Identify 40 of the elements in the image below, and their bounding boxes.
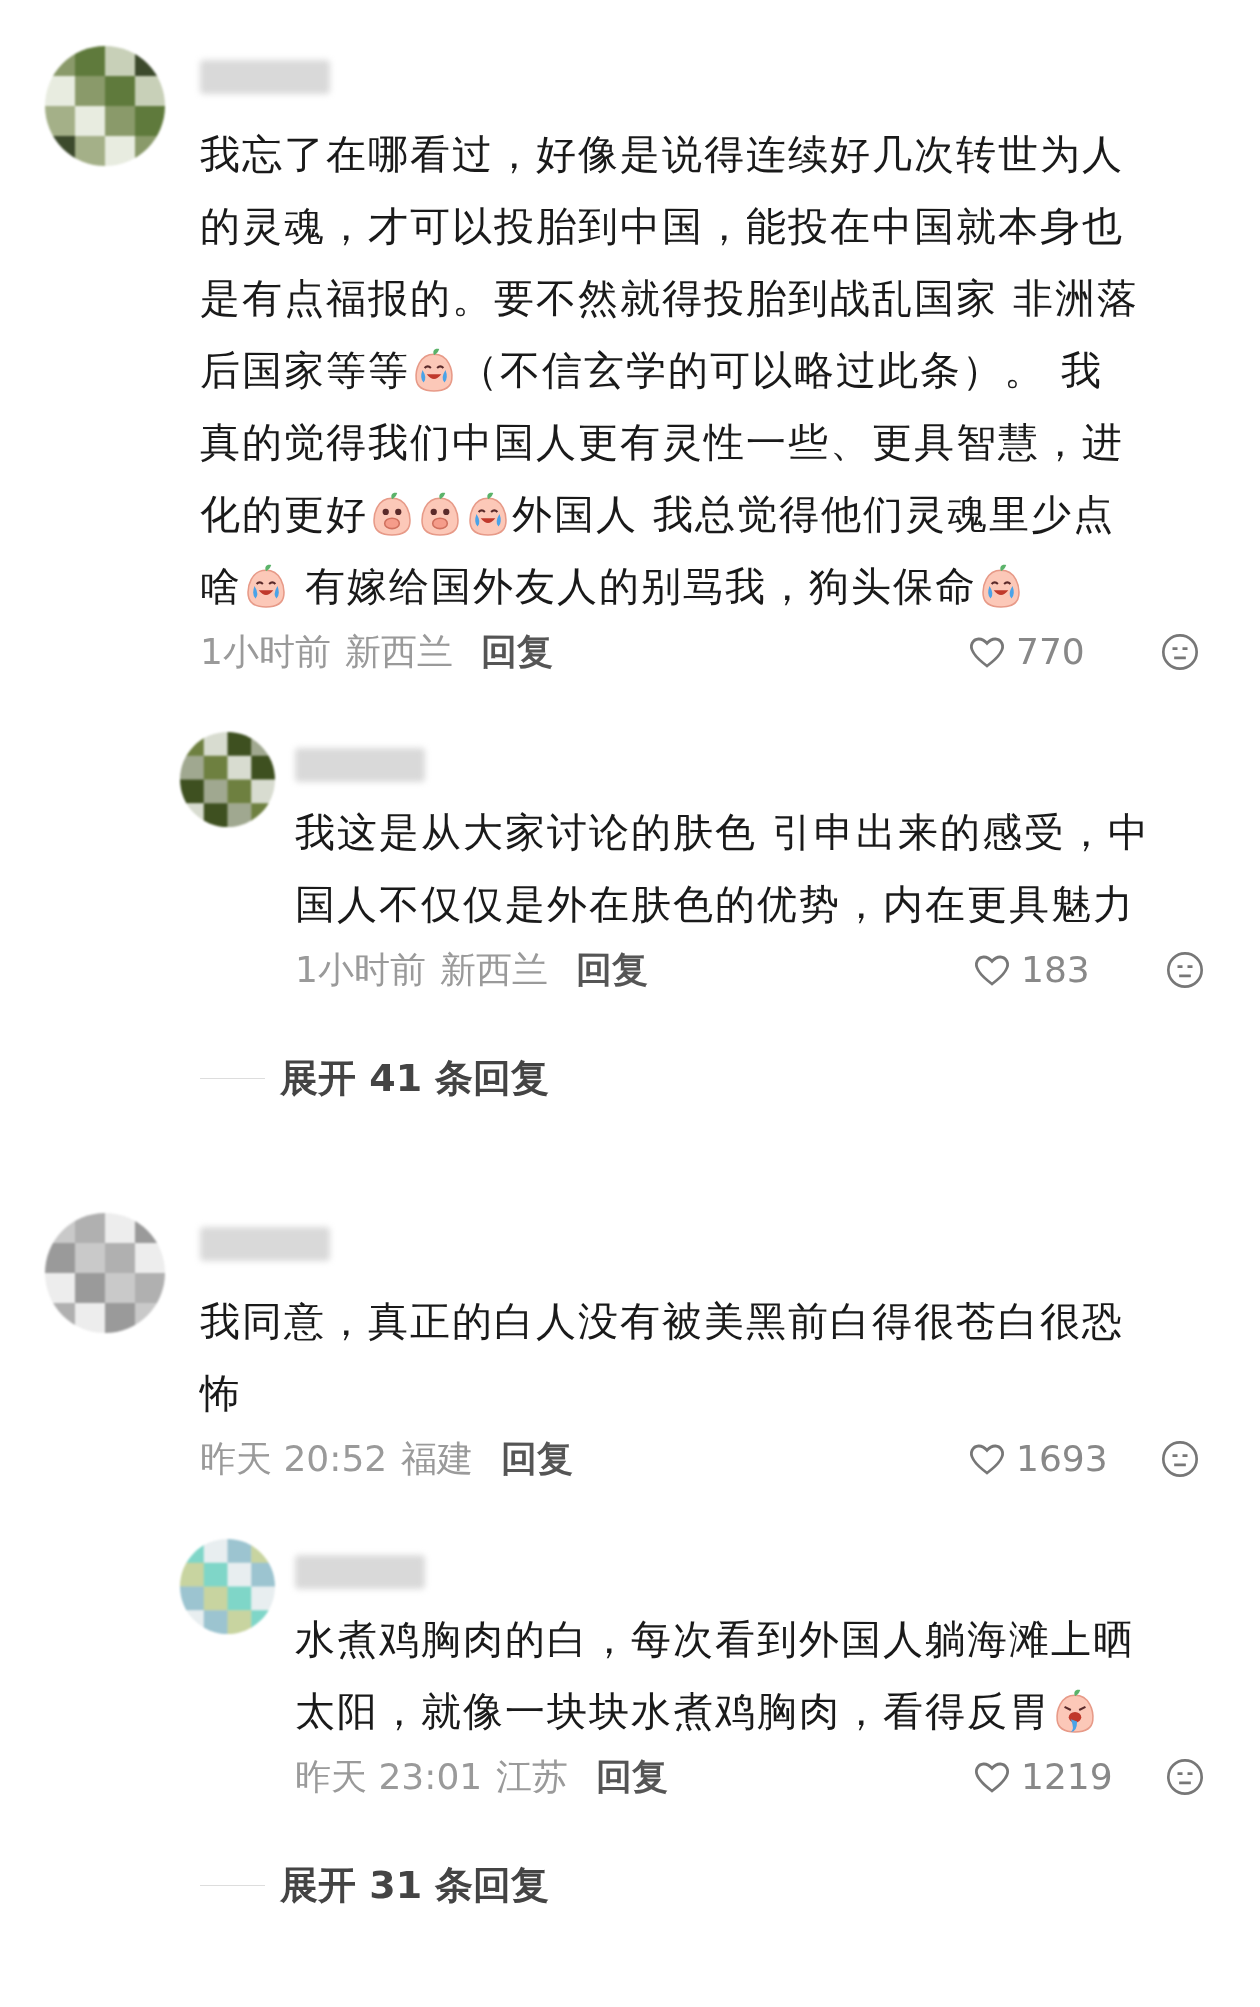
comment-text: 化的更好 [200,490,368,539]
comment-text: 我这是从大家讨论的肤色 引申出来的感受，中 [295,808,1150,857]
expand-replies-button[interactable]: 展开 31 条回复 [280,1857,550,1914]
comment-text: 我忘了在哪看过，好像是说得连续好几次转世为人 [200,130,1124,179]
comment-text: 啥 [200,562,242,611]
comment-time: 昨天 23:01 [295,1755,483,1799]
comment-text: 后国家等等 [200,346,410,395]
comment-location: 新西兰 [344,630,453,674]
reply-button[interactable]: 回复 [501,1432,574,1486]
comment-text: 怖 [200,1369,242,1418]
emoji-face-icon[interactable] [1165,950,1205,990]
comment-text: 国人不仅仅是外在肤色的优势，内在更具魅力 [295,880,1135,929]
like-count: 770 [1016,630,1086,674]
comment-time: 昨天 20:52 [200,1437,388,1481]
comment-text: 的灵魂，才可以投胎到中国，能投在中国就本身也 [200,202,1124,251]
emoji-face-icon[interactable] [1165,1757,1205,1797]
like-count: 1219 [1021,1755,1114,1799]
reply-button[interactable]: 回复 [596,1750,669,1804]
comment-text: 太阳，就像一块块水煮鸡胸肉，看得反胃 [295,1687,1051,1736]
avatar[interactable] [45,46,165,166]
reply-button[interactable]: 回复 [575,943,648,997]
comment-location: 福建 [401,1437,474,1481]
expand-replies-button[interactable]: 展开 41 条回复 [280,1050,550,1107]
comment-text: 外国人 我总觉得他们灵魂里少点 [512,490,1115,539]
emoji-face-icon[interactable] [1160,632,1200,672]
comment-location: 江苏 [496,1755,569,1799]
like-count: 1693 [1016,1437,1109,1481]
comment-text: （不信玄学的可以略过此条）。 我 [458,346,1103,395]
comment-text: 有嫁给国外友人的别骂我，狗头保命 [303,562,977,611]
like-count: 183 [1021,948,1091,992]
comment-text: 我同意，真正的白人没有被美黑前白得很苍白很恐 [200,1297,1124,1346]
comment-time: 1小时前 [200,630,331,674]
avatar[interactable] [180,732,275,827]
comment-text: 真的觉得我们中国人更有灵性一些、更具智慧，进 [200,418,1124,467]
comment-time: 1小时前 [295,948,426,992]
comment-text: 水煮鸡胸肉的白，每次看到外国人躺海滩上晒 [295,1615,1135,1664]
reply-button[interactable]: 回复 [480,625,553,679]
emoji-face-icon[interactable] [1160,1439,1200,1479]
comment-text: 是有点福报的。要不然就得投胎到战乱国家 非洲落 [200,274,1139,323]
comment-location: 新西兰 [439,948,548,992]
